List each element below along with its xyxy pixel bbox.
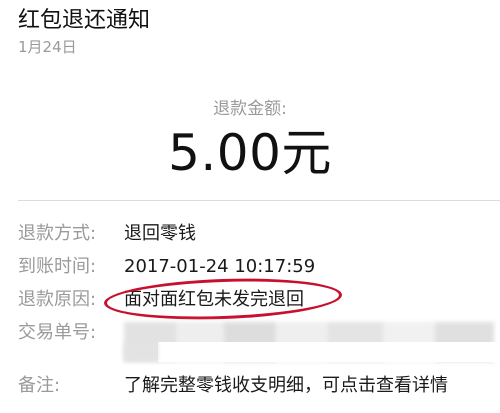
notice-title: 红包退还通知: [18, 8, 151, 33]
arrival-time-value: 2017-01-24 10:17:59: [124, 256, 316, 277]
highlight-oval-annotation: [103, 274, 343, 324]
refund-amount-value: 5.00元: [168, 124, 332, 182]
refund-reason-label: 退款原因:: [18, 289, 97, 310]
refund-method-row: 退款方式: 退回零钱: [18, 219, 500, 249]
arrival-time-label: 到账时间:: [18, 256, 97, 277]
remark-row[interactable]: 备注: 了解完整零钱收支明细，可点击查看详情: [18, 371, 500, 401]
refund-method-value: 退回零钱: [124, 223, 196, 244]
divider: [18, 200, 500, 201]
refund-notice-card[interactable]: 红包退还通知 1月24日 退款金额: 5.00元 退款方式: 退回零钱 到账时间…: [0, 0, 500, 413]
remark-value[interactable]: 了解完整零钱收支明细，可点击查看详情: [124, 371, 448, 401]
arrival-time-row: 到账时间: 2017-01-24 10:17:59: [18, 252, 500, 282]
refund-amount-label: 退款金额:: [213, 99, 287, 119]
remark-label: 备注:: [18, 375, 61, 396]
transaction-id-redacted-tail: [124, 343, 158, 361]
refund-method-label: 退款方式:: [18, 223, 97, 244]
notice-date: 1月24日: [18, 38, 77, 56]
transaction-id-label: 交易单号:: [18, 322, 97, 343]
